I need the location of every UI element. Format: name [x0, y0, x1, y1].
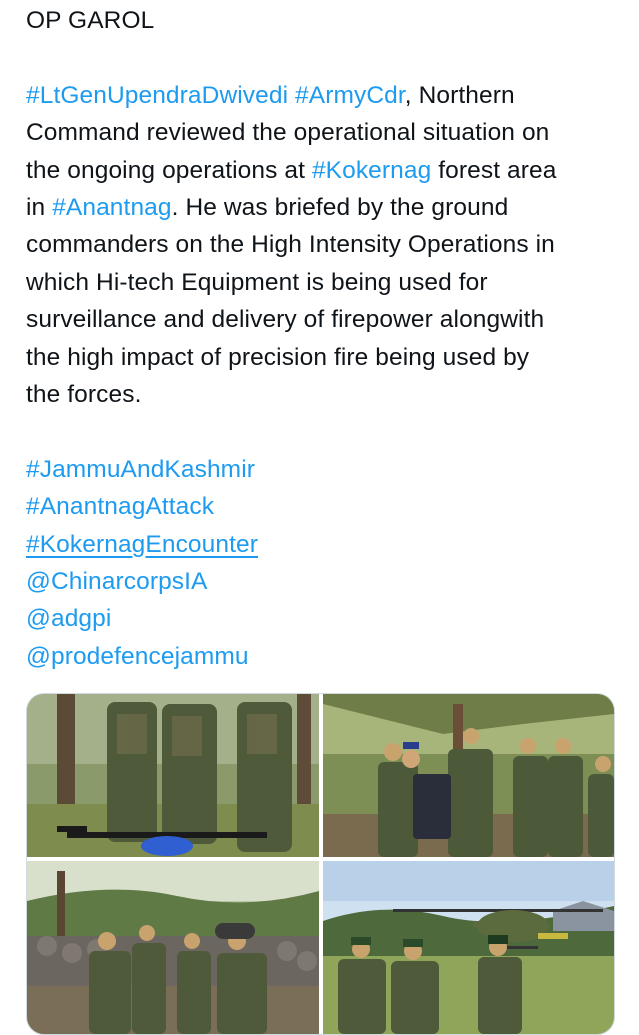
body-line-1: #LtGenUpendraDwivedi #ArmyCdr, Northern — [26, 77, 626, 114]
photo-drone-inspection[interactable] — [27, 694, 319, 857]
body-text: forest area — [431, 156, 557, 184]
photo-helicopter-field[interactable] — [323, 861, 614, 1034]
mention-prodefencejammu[interactable]: @prodefencejammu — [26, 638, 626, 675]
body-text: the ongoing operations at — [26, 156, 312, 184]
body-line-9: the forces. — [26, 381, 142, 409]
body-line-8: the high impact of precision fire being … — [26, 343, 530, 371]
body-line-2: Command reviewed the operational situati… — [26, 119, 550, 147]
body-line-7: surveillance and delivery of firepower a… — [26, 306, 545, 334]
hashtag-kokernag[interactable]: #Kokernag — [312, 157, 431, 184]
hashtag-kokernag-encounter[interactable]: #KokernagEncounter — [26, 526, 626, 563]
body-line-6: which Hi-tech Equipment is being used fo… — [26, 268, 488, 296]
media-grid — [26, 693, 615, 1035]
hashtag-jammu-and-kashmir[interactable]: #JammuAndKashmir — [26, 451, 626, 488]
hashtag-anantnag[interactable]: #Anantnag — [52, 194, 171, 221]
photo-soldiers-bunker[interactable] — [27, 861, 319, 1034]
hashtag-lt-gen[interactable]: #LtGenUpendraDwivedi — [26, 82, 288, 109]
body-line-4: in #Anantnag. He was briefed by the grou… — [26, 189, 626, 226]
body-text: . He was briefed by the ground — [171, 194, 509, 222]
tweet-text: OP GAROL #LtGenUpendraDwivedi #ArmyCdr, … — [26, 0, 626, 675]
body-text: in — [26, 194, 53, 222]
photo-officers-briefing[interactable] — [323, 694, 614, 857]
body-text: , Northern — [404, 81, 515, 109]
hashtag-army-cdr[interactable]: #ArmyCdr — [295, 82, 405, 109]
post-title: OP GAROL — [26, 7, 155, 34]
hashtag-anantnag-attack[interactable]: #AnantnagAttack — [26, 488, 626, 525]
body-line-5: commanders on the High Intensity Operati… — [26, 231, 555, 259]
mention-adgpi[interactable]: @adgpi — [26, 600, 626, 637]
mention-chinarcorps[interactable]: @ChinarcorpsIA — [26, 563, 626, 600]
body-line-3: the ongoing operations at #Kokernag fore… — [26, 152, 626, 189]
